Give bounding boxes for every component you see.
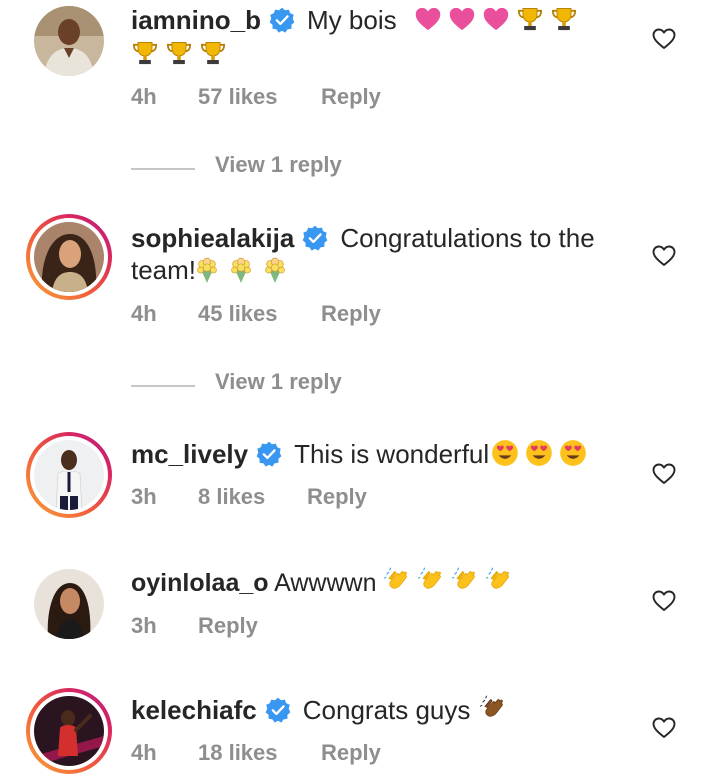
clapping-hands-icon: [452, 567, 480, 595]
clapping-hands-icon: [384, 567, 412, 595]
like-heart-icon[interactable]: [652, 716, 676, 740]
trophy-icon: [131, 39, 159, 67]
avatar[interactable]: [26, 0, 112, 84]
comment-likes[interactable]: 45 likes: [198, 301, 278, 327]
verified-badge-icon: [269, 7, 295, 33]
profile-photo-icon: [34, 440, 104, 510]
verified-badge-icon: [265, 697, 291, 723]
heart-eyes-emoji-icon: [559, 439, 587, 467]
pink-heart-icon: [414, 5, 442, 33]
reply-button[interactable]: Reply: [321, 301, 381, 327]
bouquet-icon: [227, 256, 255, 284]
clapping-hands-icon: [486, 567, 514, 595]
reply-button[interactable]: Reply: [321, 84, 381, 110]
avatar[interactable]: [26, 214, 112, 300]
avatar[interactable]: [26, 432, 112, 518]
bouquet-icon: [261, 256, 289, 284]
trophy-icon: [516, 5, 544, 33]
comment-text: This is wonderful: [294, 439, 490, 469]
verified-badge-icon: [302, 225, 328, 251]
divider: [131, 168, 195, 170]
comment-username[interactable]: oyinlolaa_o: [131, 569, 269, 597]
reply-button[interactable]: Reply: [321, 740, 381, 766]
heart-eyes-emoji-icon: [525, 439, 553, 467]
comment-text: Congrats guys: [302, 695, 471, 725]
like-heart-icon[interactable]: [652, 244, 676, 268]
like-heart-icon[interactable]: [652, 589, 676, 613]
profile-photo-icon: [34, 6, 104, 76]
comment-time: 4h: [131, 740, 157, 765]
bouquet-icon: [193, 256, 221, 284]
trophy-icon: [199, 39, 227, 67]
pink-heart-icon: [482, 5, 510, 33]
comment-likes[interactable]: 8 likes: [198, 484, 265, 510]
comment-text: My bois: [307, 5, 397, 35]
comment-username[interactable]: mc_lively: [131, 439, 248, 469]
reply-button[interactable]: Reply: [198, 613, 258, 639]
comment-time: 4h: [131, 301, 157, 326]
comment-username[interactable]: iamnino_b: [131, 5, 261, 35]
comment-likes[interactable]: 57 likes: [198, 84, 278, 110]
comment-likes[interactable]: 18 likes: [198, 740, 278, 766]
heart-eyes-emoji-icon: [491, 439, 519, 467]
reply-button[interactable]: Reply: [307, 484, 367, 510]
comment-username[interactable]: kelechiafc: [131, 695, 257, 725]
profile-photo-icon: [34, 696, 104, 766]
profile-photo-icon: [34, 222, 104, 292]
comment-username[interactable]: sophiealakija: [131, 223, 294, 253]
like-heart-icon[interactable]: [652, 462, 676, 486]
like-heart-icon[interactable]: [652, 27, 676, 51]
comment-text: Awwwwn: [274, 569, 377, 597]
avatar[interactable]: [26, 561, 112, 647]
verified-badge-icon: [256, 441, 282, 467]
comment-time: 4h: [131, 84, 157, 109]
pink-heart-icon: [448, 5, 476, 33]
divider: [131, 385, 195, 387]
trophy-icon: [165, 39, 193, 67]
trophy-icon: [550, 5, 578, 33]
profile-photo-icon: [34, 569, 104, 639]
avatar[interactable]: [26, 688, 112, 774]
clapping-hands-icon: [418, 567, 446, 595]
comment-time: 3h: [131, 484, 157, 509]
comment-time: 3h: [131, 613, 157, 638]
clapping-hands-icon: [480, 695, 508, 723]
